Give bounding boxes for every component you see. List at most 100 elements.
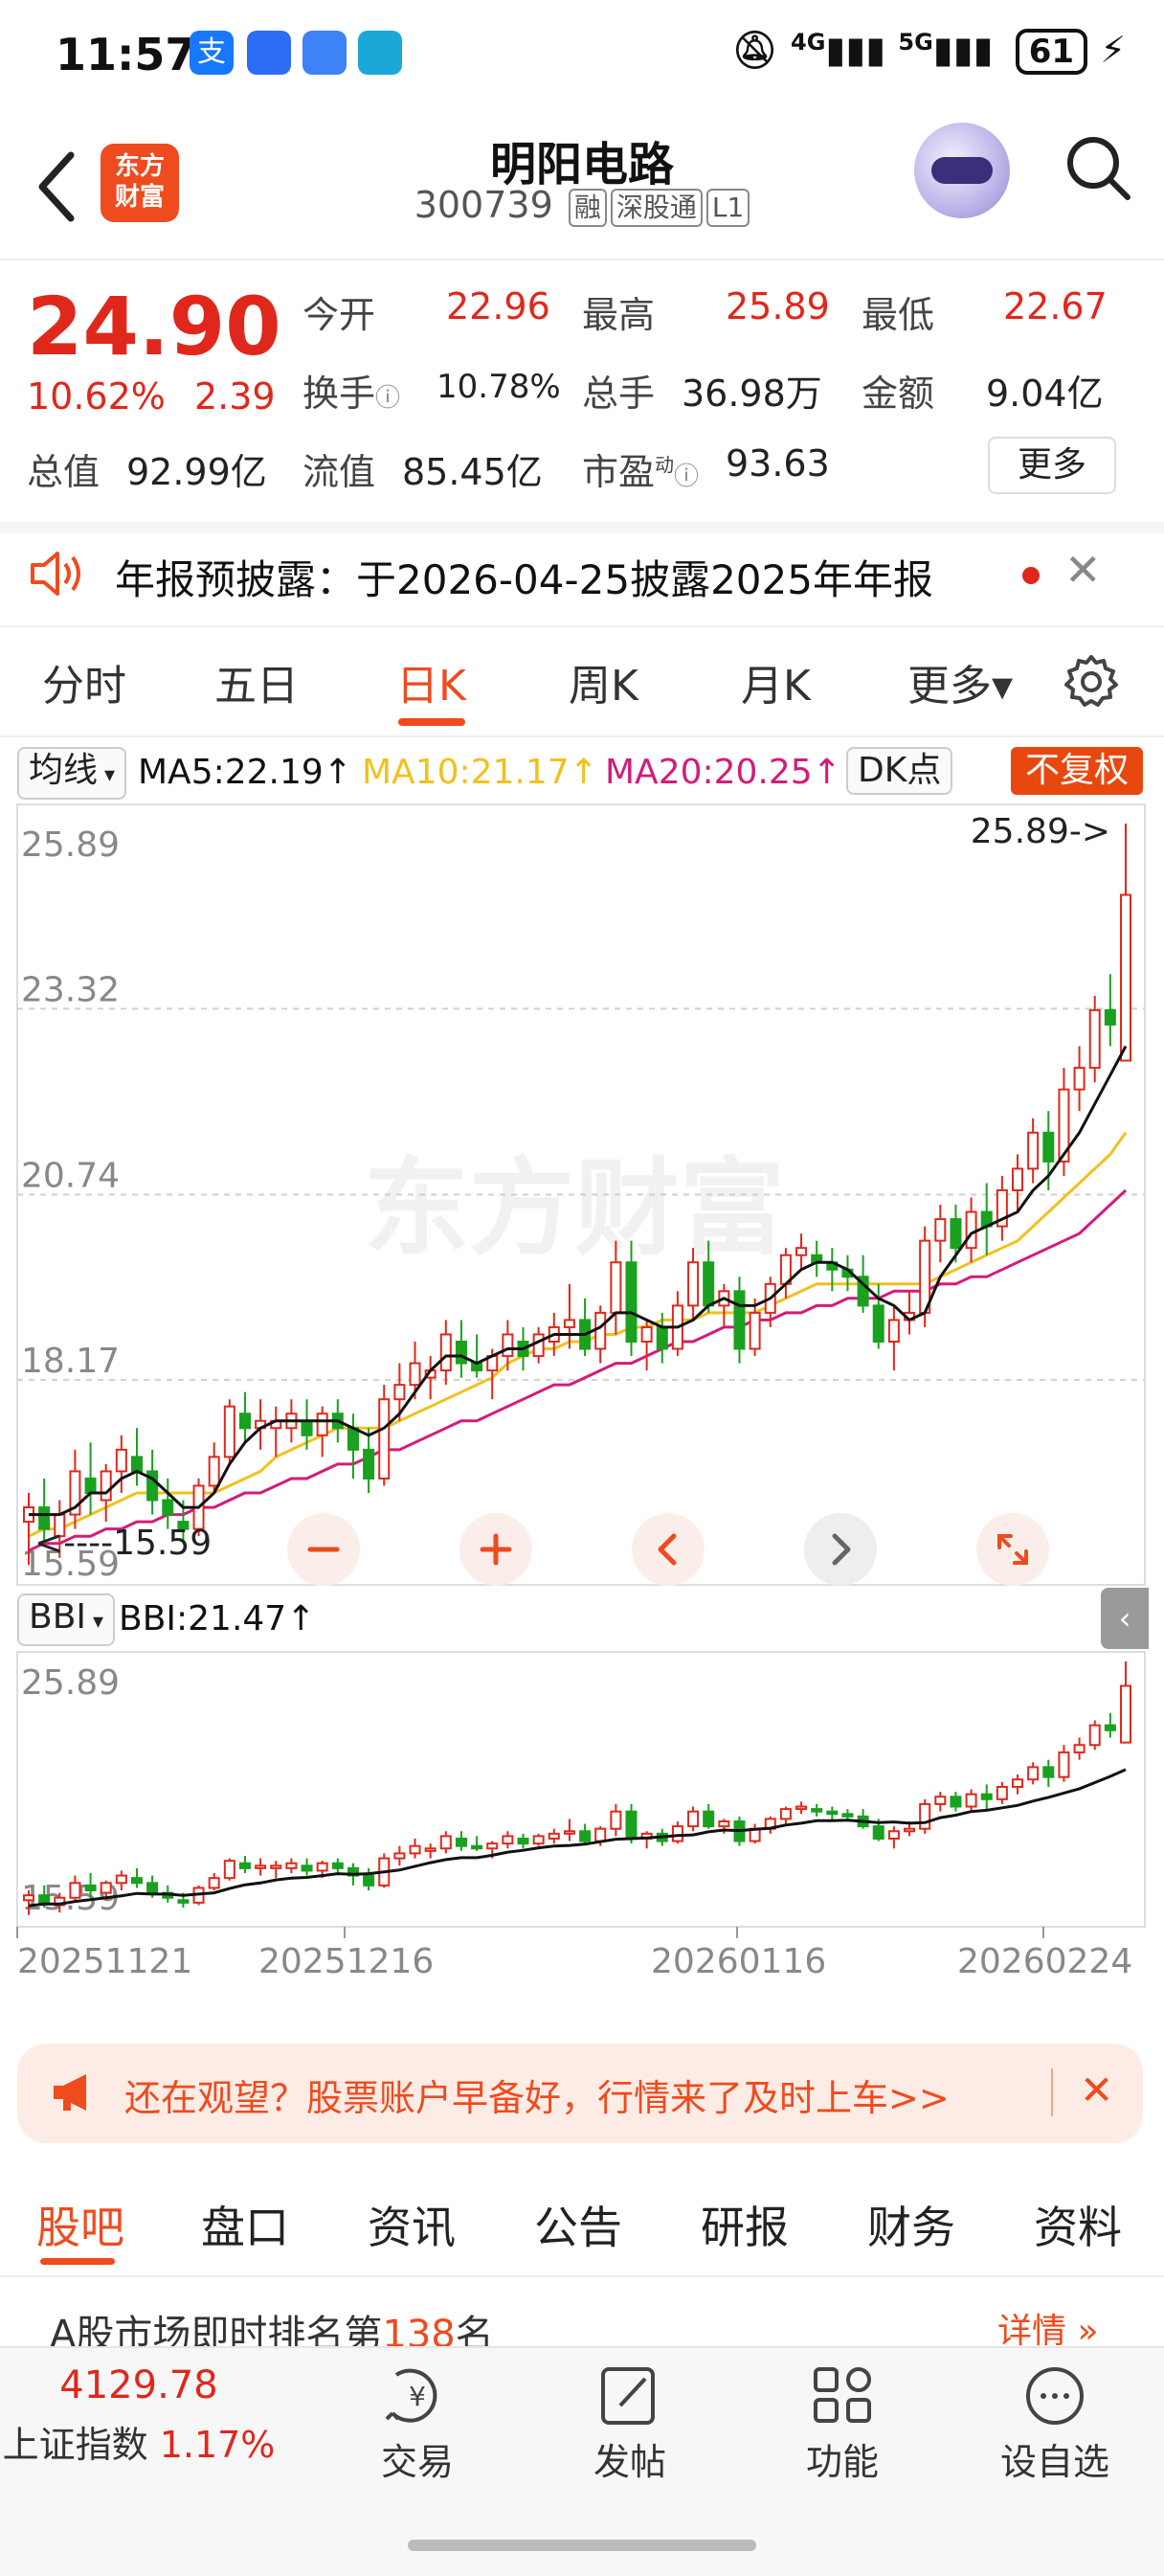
main-candle-body: [703, 1261, 715, 1307]
info-icon[interactable]: ⓘ: [375, 384, 400, 413]
watermark: 东方财富: [364, 1147, 785, 1270]
sub-candle-body: [331, 1862, 344, 1869]
sub-indicator-select[interactable]: BBI ▾: [17, 1593, 116, 1646]
tab-research[interactable]: 研报: [701, 2193, 789, 2256]
sub-candle-body: [779, 1808, 792, 1820]
sub-candle-body: [872, 1825, 884, 1840]
notice-text[interactable]: 年报预披露：于2026-04-25披露2025年年报: [115, 548, 933, 606]
main-candle-body: [84, 1477, 97, 1495]
svg-text:¥: ¥: [409, 2381, 426, 2412]
turnover-label: 换手ⓘ: [302, 364, 400, 417]
sub-candle-body: [687, 1810, 700, 1828]
tab-five-day[interactable]: 五日: [214, 651, 299, 712]
nav-trade[interactable]: ¥ 交易: [341, 2361, 494, 2485]
low-label: 最低: [862, 294, 935, 336]
sub-candle-body: [532, 1835, 545, 1845]
y-tick-label: 18.17: [21, 1342, 120, 1381]
dk-button[interactable]: DK点: [846, 747, 953, 795]
tab-profile[interactable]: 资料: [1034, 2193, 1122, 2256]
close-icon[interactable]: ✕: [1064, 544, 1102, 596]
kline-svg[interactable]: 东方财富25.8923.3220.7418.1715.5925.89-><---…: [0, 795, 1164, 1992]
pe-value: 93.63: [726, 442, 830, 485]
kline-chart[interactable]: 东方财富 25.89 23.32 20.74 18.17 15.59 25.89-> <---…: [0, 795, 1164, 1992]
tab-more[interactable]: 更多▾: [907, 651, 1013, 712]
sub-candle-body: [69, 1882, 81, 1899]
tab-pankou[interactable]: 盘口: [201, 2193, 289, 2256]
more-button[interactable]: 更多: [988, 437, 1116, 494]
collapse-panel-button[interactable]: ‹: [1101, 1588, 1149, 1649]
nav-trade-label: 交易: [380, 2441, 454, 2483]
search-button[interactable]: [1064, 134, 1131, 201]
sub-indicator-label: BBI: [29, 1597, 87, 1637]
speaker-icon: [29, 550, 86, 601]
message-app-icon: [302, 31, 347, 75]
fullscreen-button[interactable]: [976, 1513, 1049, 1586]
max-price-label: 25.89->: [971, 812, 1110, 851]
sub-candle-body: [1088, 1724, 1101, 1747]
assistant-robot-icon[interactable]: [914, 123, 1010, 218]
scroll-right-button[interactable]: [804, 1513, 877, 1586]
tab-announcements[interactable]: 公告: [534, 2193, 622, 2256]
nav-functions[interactable]: 功能: [766, 2361, 919, 2485]
open-value: 22.96: [446, 285, 550, 328]
main-candle-body: [100, 1470, 112, 1502]
tab-monthly-k[interactable]: 月K: [741, 651, 811, 712]
main-candle-body: [872, 1304, 884, 1343]
divider: [1051, 2068, 1053, 2116]
main-candle-body: [887, 1319, 900, 1343]
tab-timeshare[interactable]: 分时: [42, 651, 126, 712]
sub-candle-body: [548, 1832, 560, 1840]
main-candle-body: [238, 1412, 251, 1430]
tag-margin: 融: [568, 188, 607, 227]
chevron-left-icon: [658, 1533, 677, 1566]
tab-news[interactable]: 资讯: [368, 2193, 456, 2256]
sub-candle-body: [1042, 1766, 1055, 1778]
tab-weekly-k[interactable]: 周K: [569, 651, 638, 712]
nav-functions-label: 功能: [805, 2441, 879, 2483]
current-price: 24.90: [27, 280, 281, 373]
sub-candle-body: [486, 1842, 499, 1850]
charging-icon: ⚡: [1100, 29, 1126, 71]
sub-candle-body: [980, 1793, 993, 1800]
chevron-down-icon: ▾: [98, 763, 116, 787]
settings-button[interactable]: [1063, 653, 1120, 714]
home-indicator[interactable]: [408, 2540, 756, 2551]
sub-candle-body: [1012, 1778, 1024, 1788]
mute-icon: 🔕︎: [731, 29, 778, 71]
adjust-button[interactable]: 不复权: [1011, 747, 1143, 795]
signal-bars-icon: ▮▮▮: [932, 29, 994, 71]
sub-candle-body: [594, 1827, 607, 1842]
scroll-left-button[interactable]: [632, 1513, 705, 1586]
signal-5g: 5G: [898, 29, 933, 56]
main-candle-body: [439, 1333, 452, 1372]
sub-candle-body: [270, 1864, 282, 1869]
main-candle-body: [223, 1405, 235, 1458]
index-widget[interactable]: 4129.78 上证指数 1.17%: [0, 2363, 278, 2468]
close-icon[interactable]: ✕: [1080, 2067, 1113, 2113]
tab-finance[interactable]: 财务: [867, 2193, 955, 2256]
sub-candle-body: [965, 1793, 977, 1808]
main-candle-body: [301, 1419, 313, 1436]
ma-select[interactable]: 均线 ▾: [17, 747, 127, 800]
tab-daily-k[interactable]: 日K: [396, 651, 466, 712]
sub-candle-body: [316, 1862, 328, 1872]
main-candle-body: [532, 1333, 545, 1358]
nav-watchlist[interactable]: 设自选: [978, 2361, 1131, 2485]
tab-guba[interactable]: 股吧: [36, 2193, 124, 2256]
sub-candle-body: [996, 1785, 1008, 1800]
zoom-out-button[interactable]: [287, 1513, 360, 1586]
tag-connect: 深股通: [610, 188, 703, 227]
tag-level: L1: [705, 188, 750, 227]
sub-candle-body: [1027, 1766, 1040, 1781]
main-candle-body: [130, 1456, 143, 1473]
info-icon[interactable]: ⓘ: [674, 463, 699, 491]
sub-candle-body: [38, 1894, 51, 1904]
sub-candle-body: [223, 1860, 235, 1880]
nav-post[interactable]: 发帖: [553, 2361, 706, 2485]
sub-candle-body: [841, 1813, 854, 1818]
promo-text[interactable]: 还在观望？股票账户早备好，行情来了及时上车>>: [124, 2068, 950, 2121]
zoom-in-button[interactable]: [459, 1513, 532, 1586]
sub-candle-body: [950, 1796, 962, 1808]
more-dots-icon: [1026, 2367, 1084, 2425]
main-candle-body: [316, 1412, 328, 1436]
